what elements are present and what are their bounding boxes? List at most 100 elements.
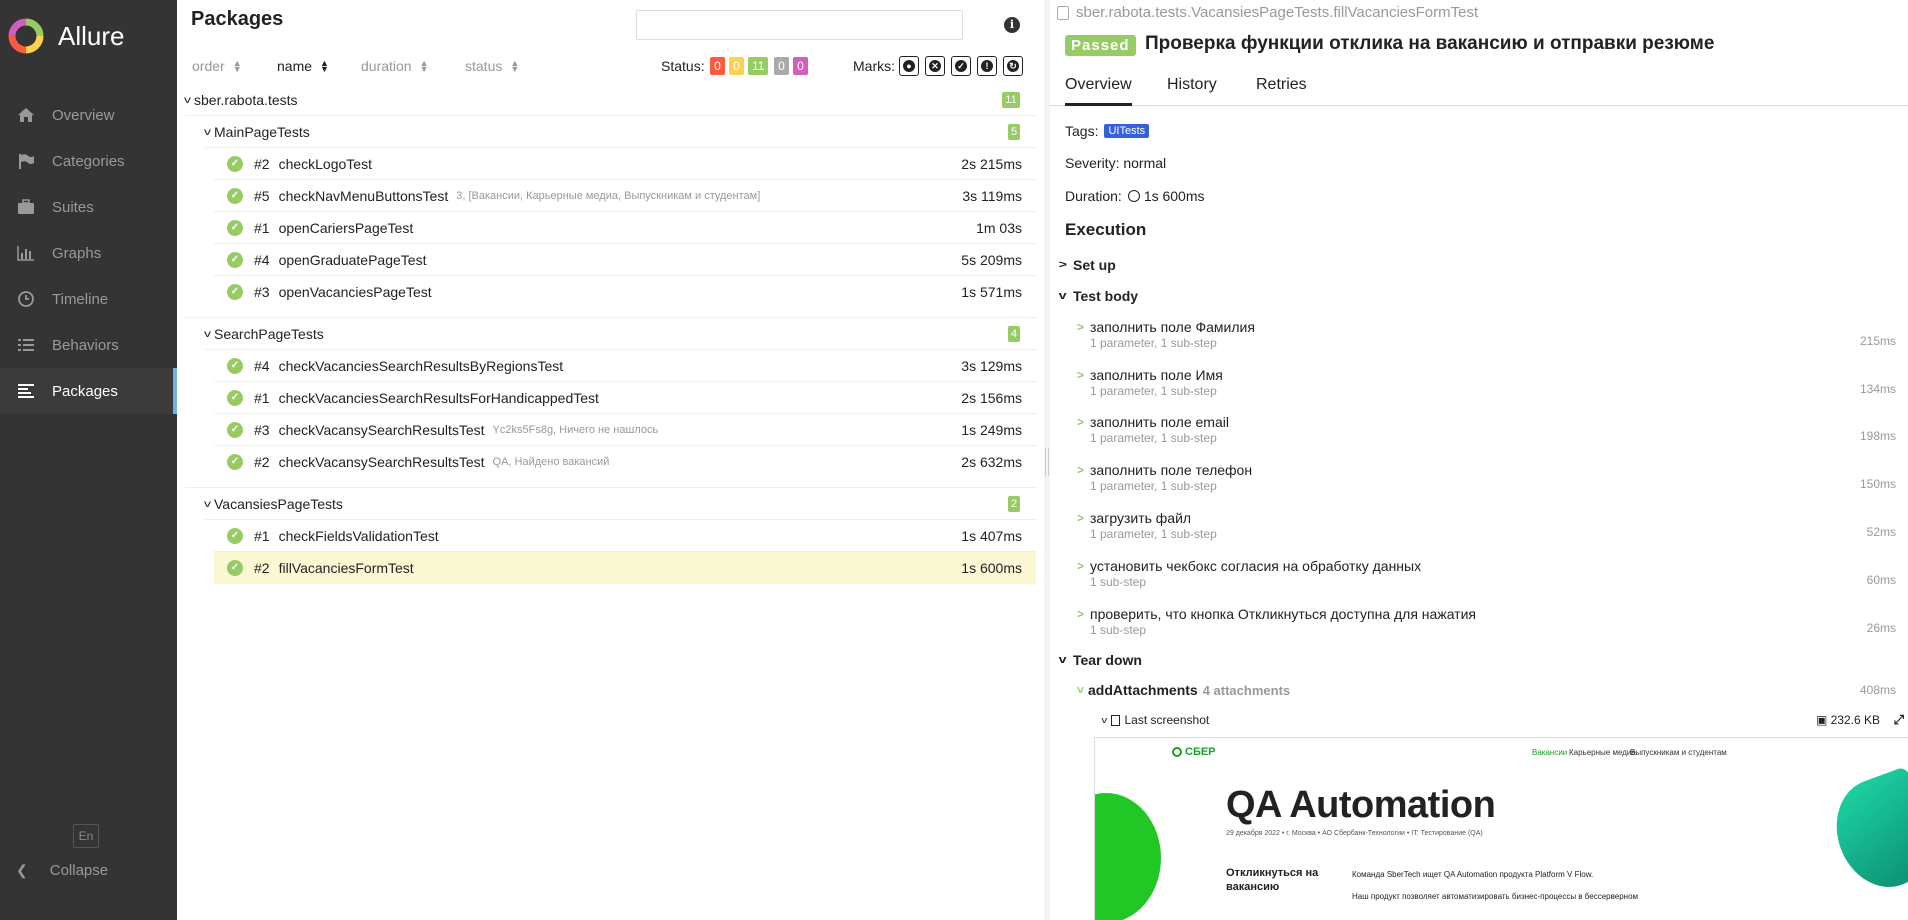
chevron-right-icon: > <box>1077 415 1085 429</box>
sidebar-item-label: Categories <box>52 152 125 170</box>
tab-overview[interactable]: Overview <box>1065 76 1132 106</box>
tab-retries[interactable]: Retries <box>1256 76 1307 106</box>
step-row[interactable]: > заполнить поле Имя 1 parameter, 1 sub-s… <box>1077 367 1905 398</box>
tree-node-label: VacansiesPageTests <box>214 496 343 512</box>
allure-logo[interactable]: Allure <box>8 18 124 54</box>
sort-name[interactable]: name ▲ ▼ <box>277 58 329 74</box>
sidebar-item-categories[interactable]: Categories <box>0 138 177 184</box>
test-row[interactable]: ✓ #3 openVacanciesPageTest 1s 571ms <box>214 276 1036 308</box>
language-button[interactable]: En <box>73 824 99 848</box>
passed-check-icon: ✓ <box>227 390 243 406</box>
search-input[interactable] <box>636 10 963 40</box>
step-duration: 150ms <box>1859 477 1896 491</box>
sidebar-item-packages[interactable]: Packages <box>0 368 177 414</box>
briefcase-icon <box>16 198 36 216</box>
new-passed-mark-button[interactable]: ✓ <box>951 56 971 76</box>
splitter-grip[interactable] <box>1045 448 1049 476</box>
sort-status[interactable]: status ▲ ▼ <box>465 58 519 74</box>
sidebar-item-label: Suites <box>52 198 94 216</box>
test-row[interactable]: ✓ #2 checkVacansySearchResultsTest QA, Н… <box>214 446 1036 478</box>
step-row[interactable]: > загрузить файл 1 parameter, 1 sub-step … <box>1077 510 1905 541</box>
test-row[interactable]: ✓ #4 checkVacanciesSearchResultsByRegion… <box>214 350 1036 382</box>
test-row[interactable]: ✓ #1 openCariersPageTest 1m 03s <box>214 212 1036 244</box>
test-body-section[interactable]: v Test body <box>1059 288 1138 304</box>
setup-section[interactable]: > Set up <box>1059 257 1116 273</box>
expand-icon[interactable]: ⤢ <box>1894 712 1904 728</box>
step-meta: 1 sub-step <box>1090 623 1147 637</box>
test-duration: 1s 600ms <box>961 560 1022 576</box>
teardown-section[interactable]: v Tear down <box>1058 652 1142 668</box>
retries-mark-button[interactable]: ↻ <box>1003 56 1023 76</box>
step-row[interactable]: > проверить, что кнопка Откликнуться дост… <box>1077 606 1905 637</box>
image-file-icon <box>1110 714 1120 726</box>
chevron-down-icon: v <box>1058 654 1067 666</box>
status-passed-toggle[interactable]: 11 <box>748 57 769 75</box>
preview-decoration <box>1821 765 1908 901</box>
preview-desc-line: Наш продукт позволяет автоматизировать б… <box>1352 892 1639 901</box>
bar-chart-icon <box>16 244 36 262</box>
bomb-icon: ● <box>903 60 915 72</box>
attachment-size: ▣ 232.6 KB <box>1816 713 1880 727</box>
sidebar-item-suites[interactable]: Suites <box>0 184 177 230</box>
sidebar-item-graphs[interactable]: Graphs <box>0 230 177 276</box>
passed-check-icon: ✓ <box>227 220 243 236</box>
test-row[interactable]: ✓ #3 checkVacansySearchResultsTest Yc2ks… <box>214 414 1036 446</box>
step-row[interactable]: > заполнить поле email 1 parameter, 1 sub… <box>1077 414 1905 445</box>
sidebar-item-overview[interactable]: Overview <box>0 92 177 138</box>
tree-node-mainpagetests[interactable]: v MainPageTests <box>204 116 1036 148</box>
sort-duration[interactable]: duration ▲ ▼ <box>361 58 429 74</box>
test-params: 3, [Вакансии, Карьерные медиа, Выпускник… <box>456 190 761 202</box>
status-failed-toggle[interactable]: 0 <box>710 57 725 75</box>
status-skipped-toggle[interactable]: 0 <box>774 57 789 75</box>
test-number: #4 <box>254 252 270 268</box>
tree-node-label: SearchPageTests <box>214 326 324 342</box>
step-row[interactable]: > заполнить поле телефон 1 parameter, 1 s… <box>1077 462 1905 493</box>
sort-order[interactable]: order ▲ ▼ <box>192 58 242 74</box>
step-row[interactable]: > заполнить поле Фамилия 1 parameter, 1 s… <box>1077 319 1905 350</box>
test-params: QA, Найдено вакансий <box>492 456 610 468</box>
test-row[interactable]: ✓ #4 openGraduatePageTest 5s 209ms <box>214 244 1036 276</box>
detail-tabs: Overview History Retries <box>1050 72 1908 106</box>
test-number: #2 <box>254 156 270 172</box>
new-failed-mark-button[interactable]: ✕ <box>925 56 945 76</box>
preview-decoration <box>1095 793 1161 920</box>
align-left-icon <box>16 382 36 400</box>
step-meta: 1 parameter, 1 sub-step <box>1090 384 1217 398</box>
test-row[interactable]: ✓ #2 checkLogoTest 2s 215ms <box>214 148 1036 180</box>
sidebar-item-behaviors[interactable]: Behaviors <box>0 322 177 368</box>
attachment-row[interactable]: v Last screenshot ▣ 232.6 KB ⤢ <box>1101 712 1904 728</box>
step-row[interactable]: > установить чекбокс согласия на обработк… <box>1077 558 1905 589</box>
step-name: проверить, что кнопка Откликнуться досту… <box>1090 606 1476 622</box>
chevron-right-icon: > <box>1077 511 1085 525</box>
sort-arrows-icon: ▲ ▼ <box>419 58 429 74</box>
screenshot-preview[interactable]: СБЕР Вакансии Карьерные медиа Выпускника… <box>1094 737 1908 920</box>
test-row[interactable]: ✓ #1 checkVacanciesSearchResultsForHandi… <box>214 382 1036 414</box>
status-unknown-toggle[interactable]: 0 <box>793 57 808 75</box>
test-row[interactable]: ✓ #1 checkFieldsValidationTest 1s 407ms <box>214 520 1036 552</box>
tree-node-vacansiespagetests[interactable]: v VacansiesPageTests <box>204 488 1036 520</box>
add-attachments-step[interactable]: > addAttachments 4 attachments 408ms <box>1074 682 1905 698</box>
flaky-mark-button[interactable]: ● <box>899 56 919 76</box>
test-name: openVacanciesPageTest <box>278 284 432 300</box>
times-circle-icon: ✕ <box>929 60 941 72</box>
chevron-down-icon: v <box>204 126 211 138</box>
collapse-label: Collapse <box>49 862 109 879</box>
collapse-button[interactable]: ❮ Collapse <box>16 862 108 879</box>
status-broken-toggle[interactable]: 0 <box>729 57 744 75</box>
step-name: загрузить файл <box>1090 510 1192 526</box>
tree-node-searchpagetests[interactable]: v SearchPageTests <box>204 318 1036 350</box>
count-badge: 4 <box>1008 326 1020 342</box>
test-row[interactable]: ✓ #5 checkNavMenuButtonsTest 3, [Ваканси… <box>214 180 1036 212</box>
step-duration: 52ms <box>1866 525 1896 539</box>
test-row-selected[interactable]: ✓ #2 fillVacanciesFormTest 1s 600ms <box>214 552 1036 584</box>
save-icon[interactable]: ▣ <box>1816 713 1827 727</box>
tag-badge[interactable]: UITests <box>1104 124 1150 138</box>
preview-heading: QA Automation <box>1226 784 1496 826</box>
tab-history[interactable]: History <box>1167 76 1217 106</box>
info-icon[interactable]: i <box>1004 17 1020 33</box>
copy-icon[interactable] <box>1057 5 1069 20</box>
tree-node-root[interactable]: v sber.rabota.tests <box>184 84 1036 116</box>
attachment-size-value: 232.6 KB <box>1830 713 1880 727</box>
new-broken-mark-button[interactable]: ! <box>977 56 997 76</box>
sidebar-item-timeline[interactable]: Timeline <box>0 276 177 322</box>
